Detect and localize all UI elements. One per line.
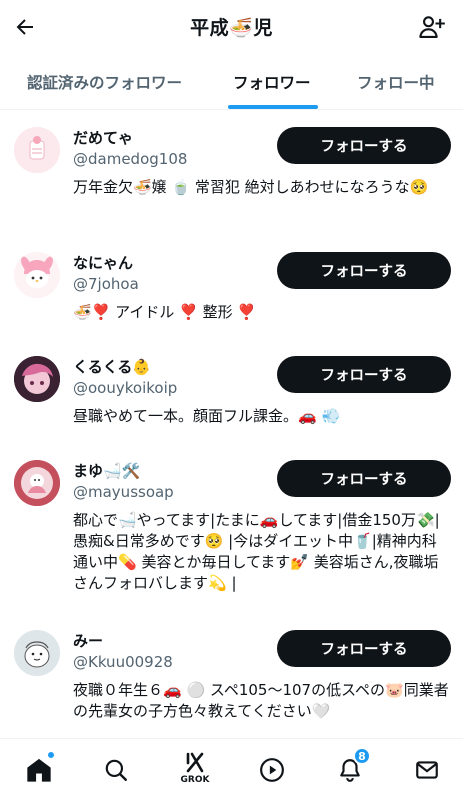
follow-button[interactable]: フォローする [277, 127, 451, 164]
user-handle[interactable]: @7johoa [73, 275, 139, 293]
user-name[interactable]: だめてゃ [73, 127, 133, 148]
avatar-image [14, 460, 60, 506]
user-bio: 夜職０年生６🚗 ⚪️ スペ105〜107の低スペの🐷同業者の先輩女の子方色々教え… [73, 681, 449, 720]
user-name[interactable]: なにゃん [73, 252, 133, 273]
user-bio: 万年金欠🍜嬢 🍵 常習犯 絶対しあわせになろうな🥺 [73, 178, 429, 196]
tab-verified-followers[interactable]: 認証済みのフォロワー [27, 54, 182, 110]
add-user-button[interactable] [415, 10, 449, 44]
notification-badge: 8 [353, 747, 371, 765]
user-handle[interactable]: @oouykoikoip [73, 379, 177, 397]
avatar-image [14, 356, 60, 402]
nav-messages[interactable] [410, 753, 444, 787]
avatar-image [14, 252, 60, 298]
avatar[interactable] [14, 460, 60, 506]
grok-label: GROK [180, 775, 210, 785]
follow-button[interactable]: フォローする [277, 356, 451, 393]
avatar[interactable] [14, 252, 60, 298]
follower-tabs: 認証済みのフォロワー フォロワー フォロー中 [0, 54, 463, 110]
tab-followers[interactable]: フォロワー [233, 54, 311, 110]
grok-icon [186, 752, 204, 773]
user-bio: 都心で🛁やってます|たまに🚗してます|借金150万💸|愚痴&日常多めです🥺 |今… [73, 511, 440, 592]
video-play-icon [260, 758, 284, 782]
avatar[interactable] [14, 630, 60, 676]
nav-search[interactable] [99, 753, 133, 787]
user-bio: 🍜❣️ アイドル ❣️ 整形 ❣️ [73, 303, 257, 321]
home-icon [27, 758, 51, 782]
home-unread-dot [47, 751, 55, 759]
follow-button[interactable]: フォローする [277, 630, 451, 667]
user-handle[interactable]: @mayussoap [73, 483, 174, 501]
nav-video[interactable] [255, 753, 289, 787]
top-header: 平成🍜児 [0, 0, 463, 54]
follow-button[interactable]: フォローする [277, 460, 451, 497]
tab-following[interactable]: フォロー中 [357, 54, 435, 110]
active-tab-indicator [228, 105, 318, 109]
user-name[interactable]: みー [73, 630, 103, 651]
nav-notifications[interactable]: 8 [333, 747, 371, 787]
nav-home[interactable] [22, 751, 56, 787]
avatar[interactable] [14, 127, 60, 173]
user-handle[interactable]: @Kkuu00928 [73, 653, 173, 671]
follow-button[interactable]: フォローする [277, 252, 451, 289]
bottom-nav: GROK 8 [0, 738, 463, 800]
user-name[interactable]: くるくる👶 [73, 356, 151, 377]
nav-grok[interactable]: GROK [178, 749, 212, 789]
avatar-image [14, 630, 60, 676]
user-bio: 昼職やめて一本。顔面フル課金。🚗 💨 [73, 407, 341, 425]
avatar[interactable] [14, 356, 60, 402]
user-handle[interactable]: @damedog108 [73, 150, 187, 168]
user-name[interactable]: まゆ🛁🛠️ [73, 460, 140, 481]
avatar-image [14, 127, 60, 173]
search-icon [105, 759, 127, 781]
mail-icon [416, 761, 438, 779]
page-title: 平成🍜児 [190, 17, 273, 39]
person-add-icon [419, 16, 445, 38]
